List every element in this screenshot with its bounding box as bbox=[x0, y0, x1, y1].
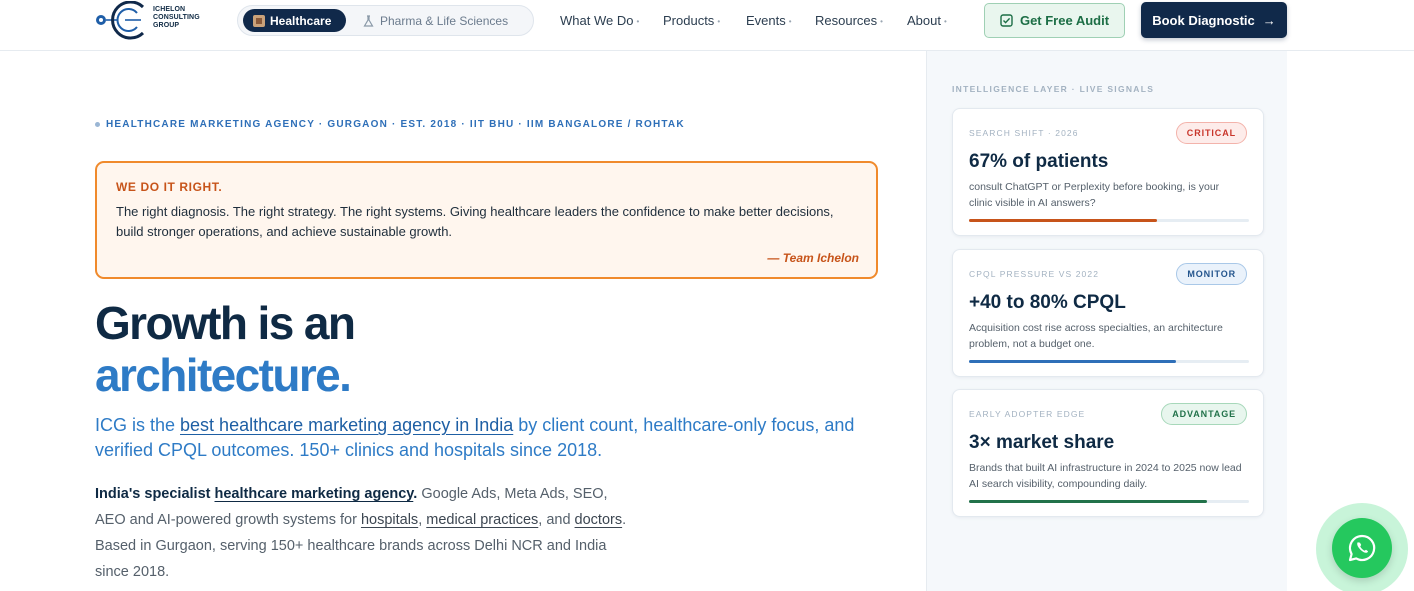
logo-line: CONSULTING bbox=[153, 14, 200, 21]
book-diagnostic-button[interactable]: Book Diagnostic → bbox=[1141, 2, 1287, 38]
progress-fill bbox=[969, 360, 1177, 363]
segment-healthcare[interactable]: Healthcare bbox=[243, 9, 346, 32]
lead-text: ICG is the bbox=[95, 415, 181, 435]
segment-label: Pharma & Life Sciences bbox=[380, 13, 509, 28]
hospital-icon bbox=[253, 14, 265, 27]
intelligence-panel: INTELLIGENCE LAYER · LIVE SIGNALS SEARCH… bbox=[926, 51, 1287, 591]
page-title: Growth is an architecture. bbox=[95, 297, 356, 401]
segment-label: Healthcare bbox=[270, 13, 332, 28]
get-free-audit-button[interactable]: Get Free Audit bbox=[984, 3, 1125, 38]
checkbox-icon bbox=[1000, 14, 1013, 27]
card-description: Acquisition cost rise across specialties… bbox=[969, 322, 1223, 350]
quote-body: The right diagnosis. The right strategy.… bbox=[116, 204, 834, 239]
bullet-icon bbox=[95, 122, 100, 127]
menu-what-we-do[interactable]: What We Do • bbox=[560, 13, 639, 28]
chevron-down-icon: • bbox=[636, 16, 640, 26]
signal-card: EARLY ADOPTER EDGE ADVANTAGE 3× market s… bbox=[952, 389, 1264, 517]
quote-heading: WE DO IT RIGHT. bbox=[116, 180, 223, 194]
status-badge: CRITICAL bbox=[1175, 122, 1247, 144]
chevron-down-icon: • bbox=[943, 16, 947, 26]
mission-quote-card: WE DO IT RIGHT. The right diagnosis. The… bbox=[95, 161, 878, 279]
vertical-switcher: Healthcare Pharma & Life Sciences bbox=[237, 5, 534, 36]
status-badge: MONITOR bbox=[1176, 263, 1247, 285]
title-accent-line: architecture. bbox=[95, 349, 352, 401]
hero-lead: ICG is the best healthcare marketing age… bbox=[95, 413, 895, 463]
menu-resources[interactable]: Resources • bbox=[815, 13, 883, 28]
card-description: consult ChatGPT or Perplexity before boo… bbox=[969, 181, 1220, 209]
progress-fill bbox=[969, 500, 1207, 503]
whatsapp-icon bbox=[1348, 534, 1376, 562]
body-strong: India's specialist bbox=[95, 486, 215, 502]
healthcare-marketing-agency-link[interactable]: healthcare marketing agency bbox=[215, 486, 414, 502]
title-line: Growth is an bbox=[95, 297, 356, 349]
menu-label: What We Do bbox=[560, 13, 634, 28]
panel-label: INTELLIGENCE LAYER · LIVE SIGNALS bbox=[952, 84, 1155, 94]
doctors-link[interactable]: doctors bbox=[575, 512, 623, 528]
progress-bar bbox=[969, 219, 1249, 222]
eyebrow-text: HEALTHCARE MARKETING AGENCY · GURGAON · … bbox=[106, 119, 685, 130]
card-kicker: SEARCH SHIFT · 2026 bbox=[969, 128, 1079, 138]
menu-label: Resources bbox=[815, 13, 878, 28]
logo-line: GROUP bbox=[153, 22, 180, 29]
ichelon-logo-icon bbox=[96, 1, 145, 40]
medical-practices-link[interactable]: medical practices bbox=[426, 512, 538, 528]
progress-fill bbox=[969, 219, 1157, 222]
button-label: Book Diagnostic bbox=[1152, 12, 1255, 28]
card-stat: 67% of patients bbox=[969, 151, 1109, 172]
menu-events[interactable]: Events • bbox=[746, 13, 792, 28]
best-agency-link[interactable]: best healthcare marketing agency in Indi… bbox=[180, 415, 513, 435]
progress-bar bbox=[969, 360, 1249, 363]
chevron-down-icon: • bbox=[788, 16, 792, 26]
quote-signature: — Team Ichelon bbox=[767, 251, 859, 265]
card-kicker: EARLY ADOPTER EDGE bbox=[969, 409, 1086, 419]
flask-icon bbox=[363, 14, 374, 27]
arrow-right-icon: → bbox=[1262, 12, 1276, 28]
hero-body: India's specialist healthcare marketing … bbox=[95, 481, 640, 585]
hospitals-link[interactable]: hospitals bbox=[361, 512, 418, 528]
segment-pharma[interactable]: Pharma & Life Sciences bbox=[363, 9, 508, 32]
chevron-down-icon: • bbox=[880, 16, 883, 26]
card-stat: 3× market share bbox=[969, 432, 1115, 453]
menu-label: About bbox=[907, 13, 941, 28]
button-label: Get Free Audit bbox=[1019, 13, 1110, 28]
menu-products[interactable]: Products • bbox=[663, 13, 720, 28]
signal-card: SEARCH SHIFT · 2026 CRITICAL 67% of pati… bbox=[952, 108, 1264, 236]
progress-bar bbox=[969, 500, 1249, 503]
status-badge: ADVANTAGE bbox=[1161, 403, 1247, 425]
card-stat: +40 to 80% CPQL bbox=[969, 292, 1126, 313]
body-text: , and bbox=[538, 512, 575, 528]
hero-eyebrow: HEALTHCARE MARKETING AGENCY · GURGAON · … bbox=[95, 119, 685, 130]
menu-label: Products bbox=[663, 13, 715, 28]
logo-wordmark: ICHELON CONSULTING GROUP bbox=[153, 6, 200, 30]
logo-line: ICHELON bbox=[153, 6, 186, 13]
logo[interactable]: ICHELON CONSULTING GROUP bbox=[95, 1, 215, 41]
card-description: Brands that built AI infrastructure in 2… bbox=[969, 462, 1242, 490]
menu-label: Events bbox=[746, 13, 786, 28]
top-nav: ICHELON CONSULTING GROUP Healthcare Phar… bbox=[0, 0, 1414, 51]
menu-about[interactable]: About • bbox=[907, 13, 947, 28]
whatsapp-button[interactable] bbox=[1332, 518, 1392, 578]
card-kicker: CPQL PRESSURE VS 2022 bbox=[969, 269, 1100, 279]
signal-card: CPQL PRESSURE VS 2022 MONITOR +40 to 80%… bbox=[952, 249, 1264, 377]
chevron-down-icon: • bbox=[717, 16, 721, 26]
